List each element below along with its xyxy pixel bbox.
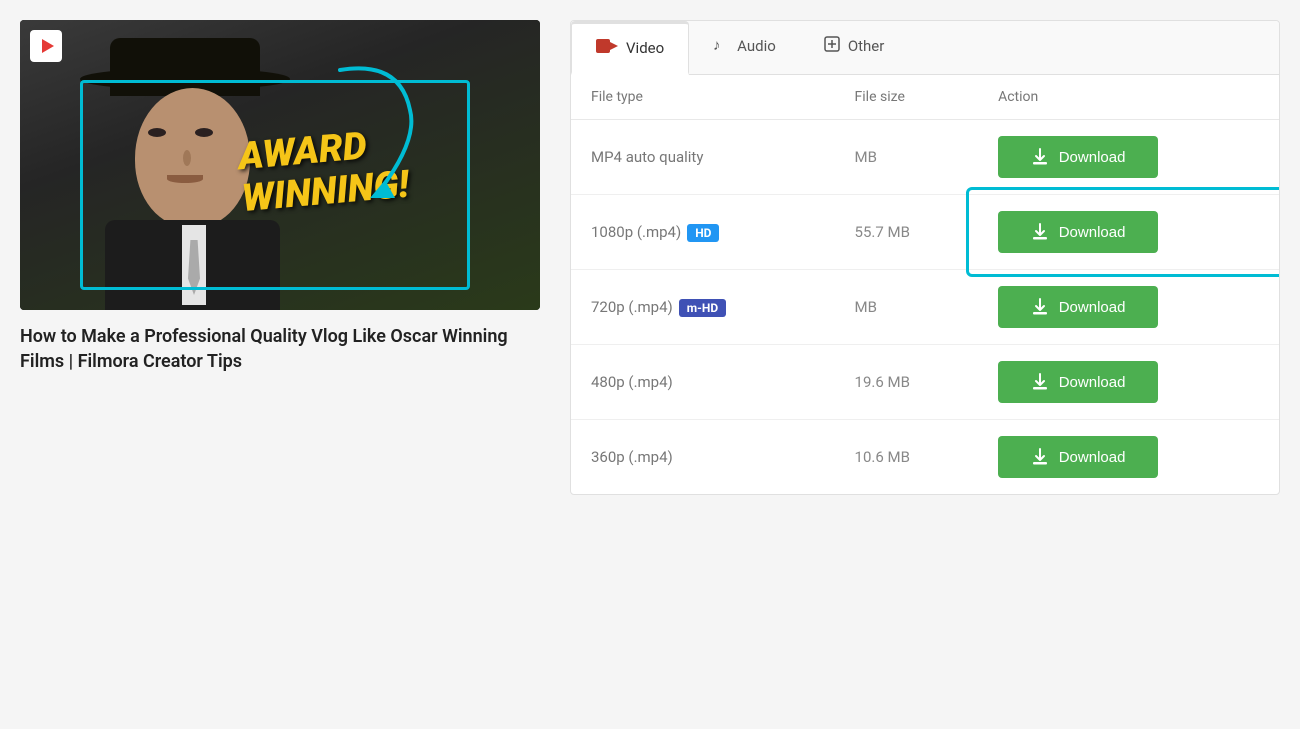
download-icon <box>1031 148 1049 166</box>
cell-filetype: 360p (.mp4) <box>571 420 835 495</box>
cell-filesize: 10.6 MB <box>835 420 979 495</box>
left-panel: AWARD WINNING! How to Make a Profession <box>20 20 540 374</box>
tab-audio-label: Audio <box>737 37 776 55</box>
table-row: MP4 auto qualityMB Download <box>571 120 1279 195</box>
tab-other-label: Other <box>848 37 885 55</box>
tab-video[interactable]: Video <box>571 21 689 75</box>
svg-text:♪: ♪ <box>713 36 721 52</box>
play-icon <box>28 28 64 68</box>
download-button[interactable]: Download <box>998 361 1158 403</box>
cell-action: Download <box>978 420 1279 495</box>
video-thumbnail: AWARD WINNING! <box>20 20 540 310</box>
quality-badge: m-HD <box>679 299 726 317</box>
cell-filetype: 720p (.mp4)m-HD <box>571 270 835 345</box>
download-button[interactable]: Download <box>998 286 1158 328</box>
cell-action: Download <box>978 195 1279 270</box>
table-row: 360p (.mp4)10.6 MB Download <box>571 420 1279 495</box>
download-button[interactable]: Download <box>998 211 1158 253</box>
tab-other[interactable]: Other <box>800 21 909 74</box>
download-button[interactable]: Download <box>998 436 1158 478</box>
download-icon <box>1031 223 1049 241</box>
tab-bar: Video ♪ Audio Other <box>571 21 1279 75</box>
table-row: 480p (.mp4)19.6 MB Download <box>571 345 1279 420</box>
cell-filesize: MB <box>835 120 979 195</box>
col-header-filesize: File size <box>835 75 979 120</box>
cell-action: Download <box>978 270 1279 345</box>
tab-audio[interactable]: ♪ Audio <box>689 21 800 74</box>
music-icon: ♪ <box>713 36 729 56</box>
cell-filetype: 1080p (.mp4)HD <box>571 195 835 270</box>
award-text: AWARD WINNING! <box>237 123 411 221</box>
download-icon <box>1031 448 1049 466</box>
col-header-filetype: File type <box>571 75 835 120</box>
table-row: 720p (.mp4)m-HDMB Download <box>571 270 1279 345</box>
cell-filesize: 19.6 MB <box>835 345 979 420</box>
download-icon <box>1031 298 1049 316</box>
download-icon <box>1031 373 1049 391</box>
plus-icon <box>824 36 840 56</box>
right-panel: Video ♪ Audio Other File t <box>570 20 1280 495</box>
video-tab-icon <box>596 38 618 58</box>
video-bg: AWARD WINNING! <box>20 20 540 310</box>
cell-action: Download <box>978 120 1279 195</box>
video-title: How to Make a Professional Quality Vlog … <box>20 324 540 374</box>
cell-filesize: MB <box>835 270 979 345</box>
table-row: 1080p (.mp4)HD55.7 MB Download <box>571 195 1279 270</box>
tab-video-label: Video <box>626 39 664 57</box>
cell-filetype: 480p (.mp4) <box>571 345 835 420</box>
cell-filetype: MP4 auto quality <box>571 120 835 195</box>
quality-badge: HD <box>687 224 719 242</box>
download-table: File type File size Action MP4 auto qual… <box>571 75 1279 494</box>
cell-filesize: 55.7 MB <box>835 195 979 270</box>
col-header-action: Action <box>978 75 1279 120</box>
download-button[interactable]: Download <box>998 136 1158 178</box>
cell-action: Download <box>978 345 1279 420</box>
